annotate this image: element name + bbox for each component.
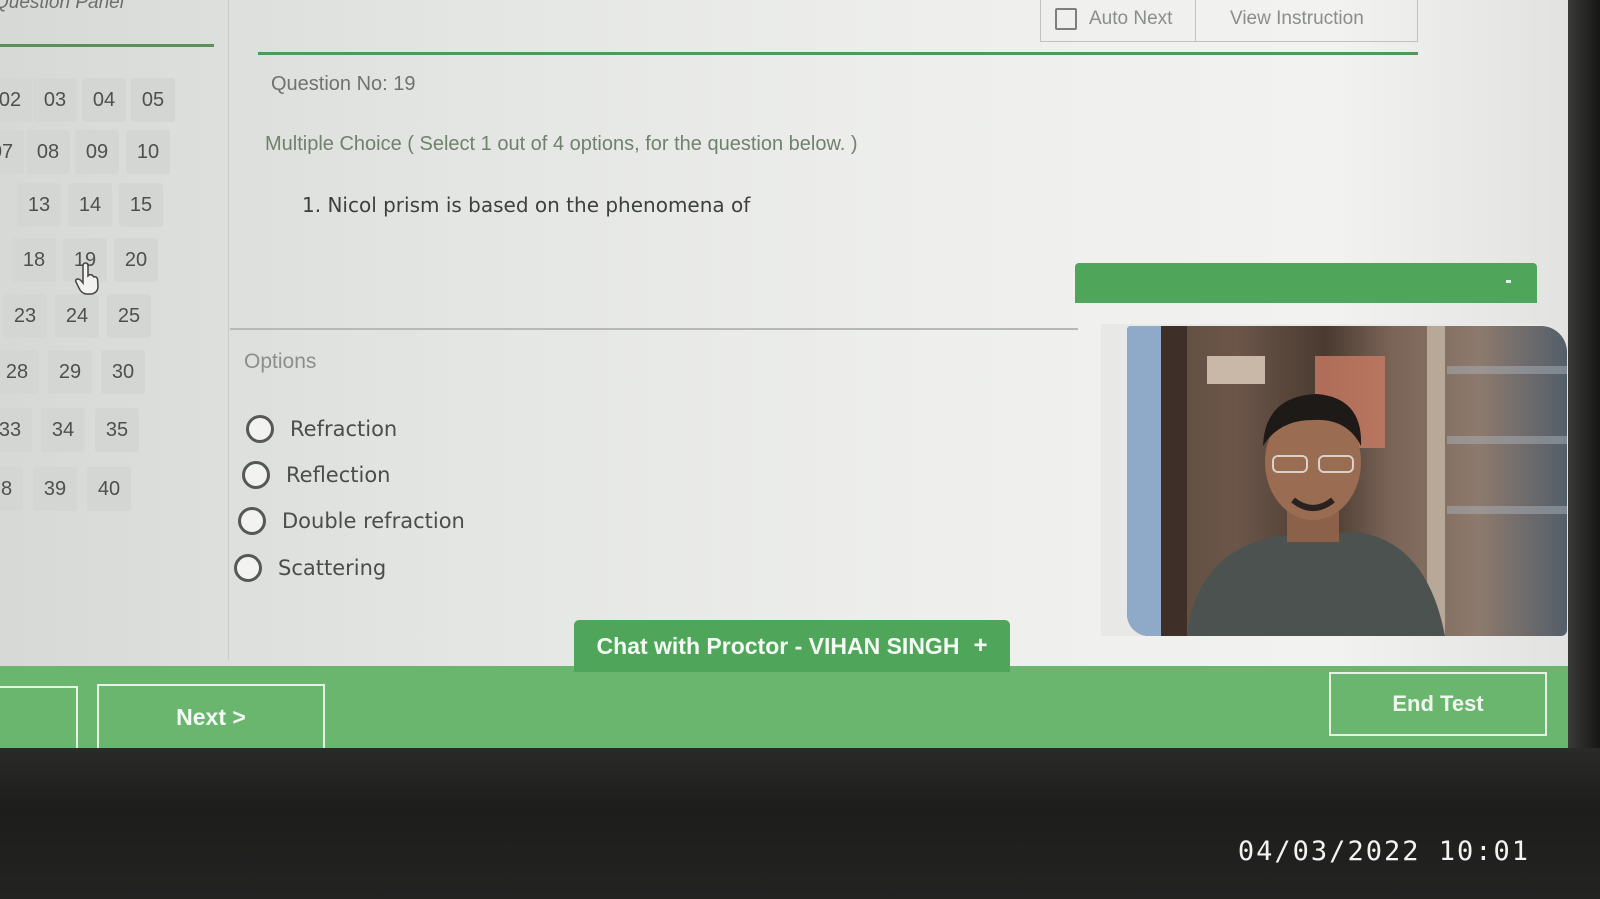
question-button[interactable]: 07 <box>0 130 24 174</box>
webcam-person-image <box>1127 326 1567 636</box>
panel-title-rule <box>0 44 214 47</box>
auto-next-toggle[interactable]: Auto Next <box>1041 0 1196 41</box>
chat-with-proctor-button[interactable]: Chat with Proctor - VIHAN SINGH + <box>574 620 1010 672</box>
option-refraction[interactable]: Refraction <box>246 415 397 443</box>
plus-icon: + <box>973 632 988 659</box>
minimize-icon[interactable] <box>1506 280 1511 283</box>
option-label: Refraction <box>290 417 398 441</box>
option-reflection[interactable]: Reflection <box>242 461 391 489</box>
question-button[interactable]: 04 <box>82 78 126 122</box>
question-button[interactable]: 28 <box>0 350 39 394</box>
question-button[interactable]: 39 <box>33 467 77 511</box>
question-button[interactable]: 15 <box>119 183 163 227</box>
question-button[interactable]: 30 <box>101 350 145 394</box>
question-button[interactable]: 20 <box>114 238 158 282</box>
option-label: Reflection <box>286 463 391 487</box>
question-panel-title: Question Panel <box>0 0 124 13</box>
question-button[interactable]: 09 <box>75 130 119 174</box>
question-type: Multiple Choice ( Select 1 out of 4 opti… <box>265 133 858 155</box>
option-label: Scattering <box>278 556 387 580</box>
chat-label: Chat with Proctor - VIHAN SINGH <box>596 632 960 659</box>
top-controls: Auto Next View Instruction <box>1040 0 1418 42</box>
options-heading: Options <box>244 350 317 373</box>
question-button[interactable]: 13 <box>17 183 61 227</box>
photo-timestamp: 04/03/2022 10:01 <box>1237 836 1530 867</box>
question-button[interactable]: 34 <box>41 408 85 452</box>
end-test-button[interactable]: End Test <box>1329 672 1547 736</box>
question-number: Question No: 19 <box>271 73 416 95</box>
monitor-bezel-right <box>1568 0 1600 748</box>
auto-next-label: Auto Next <box>1089 8 1173 29</box>
option-radio[interactable] <box>234 554 262 582</box>
question-button[interactable]: 38 <box>0 467 23 511</box>
question-button[interactable]: 02 <box>0 78 32 122</box>
question-button[interactable]: 05 <box>131 78 175 122</box>
option-radio[interactable] <box>242 461 270 489</box>
view-instruction-label: View Instruction <box>1230 8 1364 29</box>
question-button[interactable]: 33 <box>0 408 32 452</box>
next-button[interactable]: Next > <box>97 684 325 748</box>
question-button[interactable]: 24 <box>55 294 99 338</box>
question-button[interactable]: 35 <box>95 408 139 452</box>
question-text: 1. Nicol prism is based on the phenomena… <box>302 193 751 217</box>
webcam-header[interactable] <box>1075 263 1537 303</box>
question-button[interactable]: 10 <box>126 130 170 174</box>
auto-next-checkbox[interactable] <box>1055 8 1077 30</box>
view-instruction-button[interactable]: View Instruction <box>1196 0 1364 41</box>
panel-divider <box>228 0 229 660</box>
webcam-feed <box>1127 326 1567 636</box>
question-button[interactable]: 29 <box>48 350 92 394</box>
question-button[interactable]: 23 <box>3 294 47 338</box>
monitor-bezel-bottom <box>0 748 1600 899</box>
option-label: Double refraction <box>282 509 465 533</box>
previous-button[interactable] <box>0 686 78 748</box>
question-button[interactable]: 18 <box>12 238 56 282</box>
question-separator <box>230 328 1078 330</box>
question-button[interactable]: 40 <box>87 467 131 511</box>
question-button[interactable]: 08 <box>26 130 70 174</box>
option-radio[interactable] <box>246 415 274 443</box>
question-button[interactable]: 03 <box>33 78 77 122</box>
hand-cursor-icon <box>75 262 99 295</box>
question-button[interactable]: 14 <box>68 183 112 227</box>
question-button[interactable]: 25 <box>107 294 151 338</box>
header-rule <box>258 52 1418 55</box>
exam-screen: Question Panel 02 03 04 05 07 08 09 10 1… <box>0 0 1568 748</box>
option-scattering[interactable]: Scattering <box>234 554 386 582</box>
option-double-refraction[interactable]: Double refraction <box>238 507 465 535</box>
option-radio[interactable] <box>238 507 266 535</box>
